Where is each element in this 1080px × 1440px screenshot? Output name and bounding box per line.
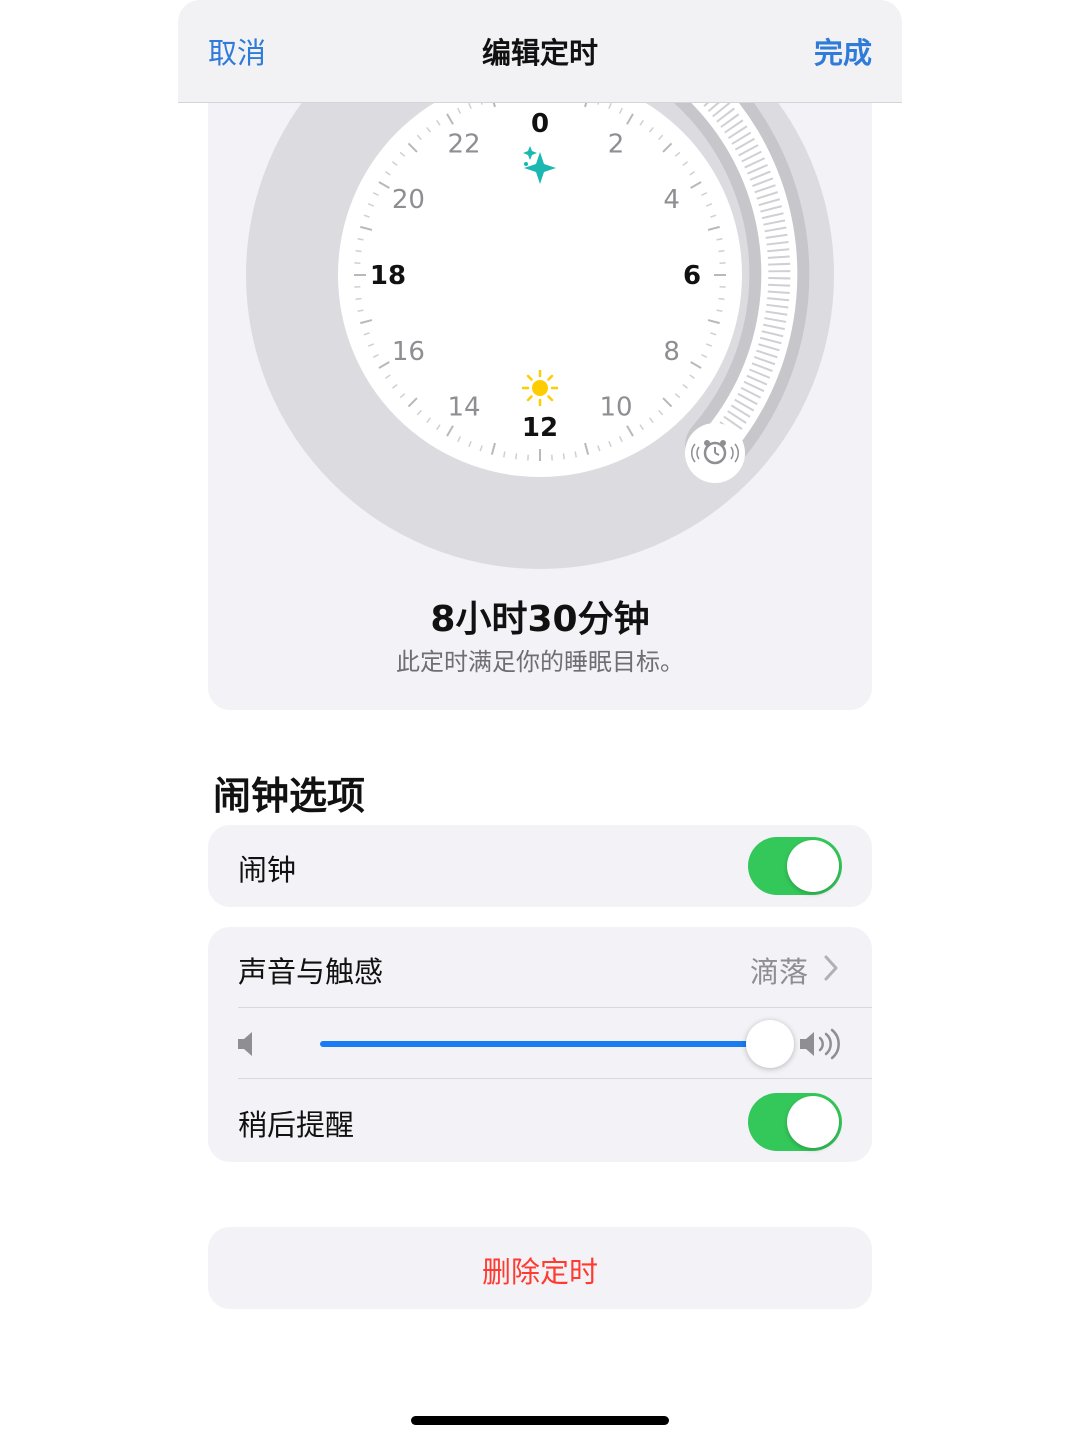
alarm-toggle-knob [787,840,839,892]
clock-tick [355,249,362,253]
delete-schedule-button[interactable]: 删除定时 [208,1249,872,1291]
clock-hour-label: 20 [392,185,425,215]
sound-haptics-row[interactable]: 声音与触感 滴落 [208,927,872,1007]
sound-settings-group: 声音与触感 滴落 稍后提醒 [208,927,872,1162]
clock-hour-label: 4 [663,185,680,215]
clock-tick [718,249,725,253]
volume-high-icon [800,1028,840,1060]
chevron-right-icon [824,955,838,981]
sound-haptics-label: 声音与触感 [238,955,384,989]
snooze-label: 稍后提醒 [238,1108,355,1142]
clock-hour-label: 16 [392,337,425,367]
snooze-toggle-knob [787,1096,839,1148]
snooze-toggle[interactable] [748,1093,842,1151]
alarm-label: 闹钟 [238,853,297,887]
volume-low-icon [238,1032,252,1056]
delete-schedule-group: 删除定时 [208,1227,872,1309]
clock-hour-label: 2 [608,129,625,159]
sleep-clock-card: 0 2 4 6 8 10 12 14 16 18 20 22 8小时30分钟 此… [208,60,872,710]
home-indicator [411,1416,669,1425]
navigation-bar: 取消 编辑定时 完成 [178,0,902,103]
clock-tick [718,297,725,301]
clock-tick [355,297,362,301]
sleep-duration: 8小时30分钟 [430,599,650,640]
separator [238,1007,872,1008]
alarm-handle[interactable] [685,423,745,483]
alarm-toggle-group: 闹钟 [208,825,872,907]
clock-hour-label: 8 [663,337,680,367]
sound-value: 滴落 [749,955,808,989]
clock-hour-label: 10 [599,393,632,423]
clock-tick [514,453,518,460]
clock-hour-label: 22 [447,129,480,159]
clock-hour-label: 0 [531,109,549,139]
alarm-options-heading: 闹钟选项 [213,774,366,818]
clock-hour-label: 14 [447,393,480,423]
volume-slider-track[interactable] [320,1041,770,1047]
sleep-goal-note: 此定时满足你的睡眠目标。 [396,648,684,676]
separator [238,1078,872,1079]
clock-hour-label: 18 [370,261,406,291]
clock-hour-label: 12 [522,413,558,443]
edit-schedule-sheet: 取消 编辑定时 完成 0 2 4 6 8 10 12 14 16 18 20 22 [178,0,902,1440]
clock-tick [562,453,566,460]
volume-slider-knob[interactable] [746,1020,794,1068]
clock-hour-label: 6 [683,261,701,291]
page-title: 编辑定时 [481,36,598,70]
done-button[interactable]: 完成 [814,30,872,72]
alarm-toggle[interactable] [748,837,842,895]
sun-icon [521,369,559,407]
